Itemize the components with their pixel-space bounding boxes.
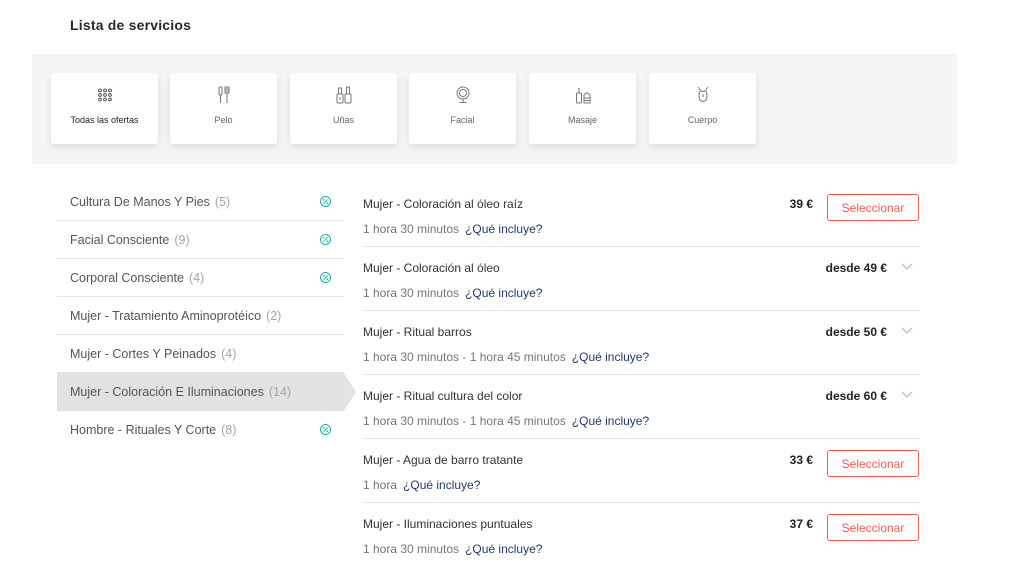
- sidebar-item-label: Facial Consciente: [70, 232, 170, 247]
- sidebar-item-corporal-consciente[interactable]: Corporal Consciente (4): [57, 259, 344, 297]
- service-name: Mujer - Coloración al óleo: [363, 261, 500, 275]
- service-row: Mujer - Coloración al óleo 1 hora 30 min…: [363, 247, 919, 311]
- duration-text: 1 hora 30 minutos - 1 hora 45 minutos: [363, 350, 566, 364]
- sidebar-item-tratamiento-aminoproteico[interactable]: Mujer - Tratamiento Aminoprotéico (2): [57, 297, 344, 335]
- service-duration: 1 hora ¿Qué incluye?: [363, 478, 480, 492]
- sidebar-item-count: (9): [174, 232, 190, 247]
- service-name: Mujer - Coloración al óleo raíz: [363, 197, 524, 211]
- service-duration: 1 hora 30 minutos ¿Qué incluye?: [363, 542, 542, 556]
- promo-badge-icon: [320, 234, 331, 245]
- sidebar-item-facial-consciente[interactable]: Facial Consciente (9): [57, 221, 344, 259]
- category-label: Uñas: [332, 115, 354, 125]
- service-price: desde 60 €: [825, 389, 887, 403]
- massage-oil-icon: [575, 86, 591, 104]
- sidebar-item-label: Mujer - Tratamiento Aminoprotéico: [70, 308, 262, 323]
- category-pelo[interactable]: Pelo: [170, 73, 277, 144]
- sidebar-item-count: (4): [188, 270, 205, 285]
- sidebar-item-hombre-rituales-corte[interactable]: Hombre - Rituales Y Corte (8): [57, 411, 344, 449]
- category-cuerpo[interactable]: Cuerpo: [649, 73, 756, 144]
- page-title: Lista de servicios: [70, 17, 192, 33]
- nail-polish-icon: [336, 86, 352, 104]
- promo-badge-icon: [320, 424, 331, 435]
- service-price: desde 49 €: [825, 261, 887, 275]
- whats-included-link[interactable]: ¿Qué incluye?: [465, 222, 542, 236]
- select-button[interactable]: Seleccionar: [827, 194, 919, 221]
- category-masaje[interactable]: Masaje: [529, 73, 636, 144]
- service-price: 33 €: [789, 453, 813, 467]
- category-strip: Todas las ofertas Pelo Uñas Facial Masaj…: [32, 54, 957, 164]
- service-list: Mujer - Coloración al óleo raíz 1 hora 3…: [363, 183, 919, 567]
- sidebar-item-cultura-manos-pies[interactable]: Cultura De Manos Y Pies (5): [57, 183, 344, 221]
- duration-text: 1 hora 30 minutos: [363, 222, 460, 236]
- service-name: Mujer - Ritual barros: [363, 325, 472, 339]
- whats-included-link[interactable]: ¿Qué incluye?: [465, 542, 542, 556]
- service-name: Mujer - Ritual cultura del color: [363, 389, 523, 403]
- category-todas-las-ofertas[interactable]: Todas las ofertas: [51, 73, 158, 144]
- chevron-down-icon[interactable]: [901, 263, 913, 271]
- service-row: Mujer - Ritual cultura del color 1 hora …: [363, 375, 919, 439]
- service-row: Mujer - Coloración al óleo raíz 1 hora 3…: [363, 183, 919, 247]
- service-duration: 1 hora 30 minutos ¿Qué incluye?: [363, 286, 542, 300]
- select-button[interactable]: Seleccionar: [827, 450, 919, 477]
- category-label: Todas las ofertas: [70, 115, 139, 125]
- duration-text: 1 hora 30 minutos: [363, 286, 460, 300]
- service-name: Mujer - Iluminaciones puntuales: [363, 517, 533, 531]
- category-label: Masaje: [567, 115, 597, 125]
- sidebar-item-label: Cultura De Manos Y Pies: [70, 194, 210, 209]
- chevron-down-icon[interactable]: [901, 327, 913, 335]
- whats-included-link[interactable]: ¿Qué incluye?: [465, 286, 542, 300]
- service-name: Mujer - Agua de barro tratante: [363, 453, 524, 467]
- service-category-list: Cultura De Manos Y Pies (5) Facial Consc…: [57, 183, 356, 449]
- sidebar-item-count: (14): [268, 385, 292, 399]
- select-button[interactable]: Seleccionar: [827, 514, 919, 541]
- grid-dots-icon: [97, 86, 113, 104]
- category-label: Cuerpo: [687, 115, 718, 125]
- sidebar-item-count: (4): [221, 346, 237, 361]
- promo-badge-icon: [320, 196, 331, 207]
- service-row: Mujer - Ritual barros 1 hora 30 minutos …: [363, 311, 919, 375]
- service-price: 39 €: [789, 197, 813, 211]
- duration-text: 1 hora 30 minutos - 1 hora 45 minutos: [363, 414, 566, 428]
- duration-text: 1 hora: [363, 478, 398, 492]
- duration-text: 1 hora 30 minutos: [363, 542, 460, 556]
- sidebar-item-label: Corporal Consciente: [70, 270, 184, 285]
- service-price: desde 50 €: [825, 325, 887, 339]
- chevron-down-icon[interactable]: [901, 391, 913, 399]
- category-unas[interactable]: Uñas: [290, 73, 397, 144]
- sidebar-item-coloracion-iluminaciones[interactable]: Mujer - Coloración E Iluminaciones (14): [57, 373, 356, 411]
- sidebar-item-label: Hombre - Rituales Y Corte: [70, 423, 217, 437]
- service-row: Mujer - Agua de barro tratante 1 hora ¿Qu…: [363, 439, 919, 503]
- category-label: Pelo: [214, 115, 233, 125]
- service-duration: 1 hora 30 minutos - 1 hora 45 minutos ¿Qu…: [363, 414, 649, 428]
- sidebar-item-count: (2): [266, 308, 282, 323]
- mirror-icon: [455, 86, 471, 104]
- sidebar-item-cortes-peinados[interactable]: Mujer - Cortes Y Peinados (4): [57, 335, 344, 373]
- promo-badge-icon: [320, 272, 331, 283]
- service-duration: 1 hora 30 minutos - 1 hora 45 minutos ¿Qu…: [363, 350, 649, 364]
- body-icon: [696, 86, 710, 104]
- service-price: 37 €: [789, 517, 813, 531]
- sidebar-item-count: (5): [214, 194, 231, 209]
- category-label: Facial: [450, 115, 475, 125]
- sidebar-item-label: Mujer - Cortes Y Peinados: [70, 346, 217, 361]
- service-row: Mujer - Iluminaciones puntuales 1 hora 3…: [363, 503, 919, 567]
- service-duration: 1 hora 30 minutos ¿Qué incluye?: [363, 222, 542, 236]
- category-facial[interactable]: Facial: [409, 73, 516, 144]
- sidebar-item-label: Mujer - Coloración E Iluminaciones: [70, 385, 264, 399]
- whats-included-link[interactable]: ¿Qué incluye?: [572, 350, 649, 364]
- hair-tools-icon: [217, 86, 231, 104]
- whats-included-link[interactable]: ¿Qué incluye?: [403, 478, 480, 492]
- whats-included-link[interactable]: ¿Qué incluye?: [572, 414, 649, 428]
- sidebar-item-count: (8): [221, 423, 237, 437]
